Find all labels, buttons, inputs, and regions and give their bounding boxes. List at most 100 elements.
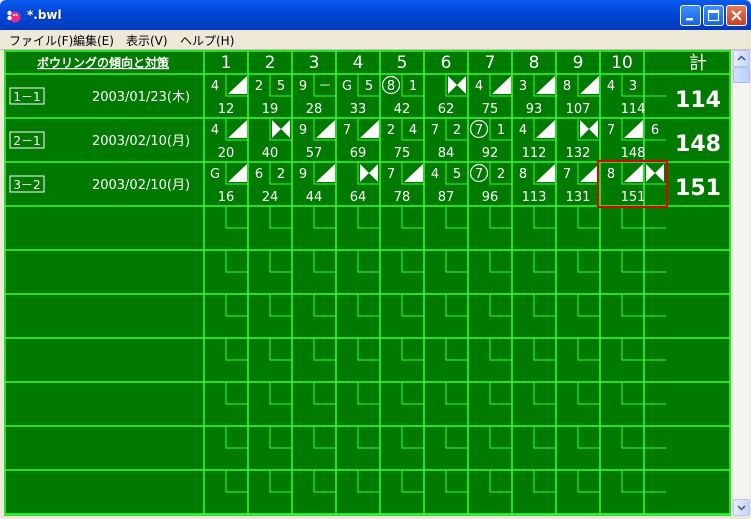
ball-result: 3 [519,79,527,94]
cumulative-score: 16 [218,190,235,205]
ball-result: 7 [387,167,395,182]
ball-result: G [342,79,352,94]
ball-result: 8 [563,79,571,94]
frame-number-9: 9 [573,53,584,73]
close-button[interactable] [726,5,747,26]
menu-help[interactable]: ヘルプ(H) [180,32,234,49]
cumulative-score: 92 [482,146,499,161]
cumulative-score: 151 [621,190,646,205]
frame-number-1: 1 [221,53,232,73]
cumulative-score: 131 [566,190,591,205]
cumulative-score: 64 [350,190,367,205]
scroll-up-button[interactable] [733,50,750,67]
cumulative-score: 132 [566,146,591,161]
score-grid: ボウリングの傾向と対策 1 2 3 4 5 6 7 8 9 10 計1－1 2003/01/23(木) 1… [4,50,731,516]
game-id: 1－1 [13,90,40,104]
ball-result: 5 [277,79,285,94]
ball-result: G [210,167,220,182]
menu-view[interactable]: 表示(V) [126,32,168,49]
ball-result: 4 [211,123,219,138]
title-bar[interactable]: *.bwl [0,0,751,30]
ball-result: 4 [431,167,439,182]
ball-result: 2 [277,167,285,182]
ball-result: 7 [607,123,615,138]
vertical-scrollbar[interactable] [732,50,750,516]
game-total: 148 [675,132,721,157]
cumulative-score: 78 [394,190,411,205]
cumulative-score: 28 [306,102,323,117]
ball-result: 2 [497,167,505,182]
ball-result: 1 [409,79,417,94]
menu-file[interactable]: ファイル(F) [9,32,73,49]
cumulative-score: 40 [262,146,279,161]
ball-result: 4 [211,79,219,94]
cumulative-score: 20 [218,146,235,161]
application-window: *.bwl ファイル(F) 編集(E) 表示(V) ヘルプ(H) ボウリングの傾… [0,0,751,519]
ball-result: 8 [607,167,615,182]
menu-bar: ファイル(F) 編集(E) 表示(V) ヘルプ(H) [0,30,751,50]
cumulative-score: 62 [438,102,455,117]
cumulative-score: 107 [566,102,591,117]
minimize-button[interactable] [680,5,701,26]
scroll-down-button[interactable] [733,499,750,516]
cumulative-score: 69 [350,146,367,161]
ball-result: 2 [387,123,395,138]
ball-result: 5 [453,167,461,182]
minimize-icon [686,18,693,21]
ball-result: 6 [255,167,263,182]
game-id: 2－1 [13,134,40,148]
scroll-thumb[interactable] [733,67,750,83]
cumulative-score: 87 [438,190,455,205]
game-id: 3－2 [13,178,40,192]
ball-result: 2 [453,123,461,138]
maximize-button[interactable] [703,5,724,26]
game-date: 2003/02/10(月) [92,178,190,193]
ball-result: 6 [651,123,659,138]
cumulative-score: 57 [306,146,323,161]
ball-result: 3 [629,79,637,94]
cumulative-score: 75 [482,102,499,117]
frame-number-8: 8 [529,53,540,73]
score-board: ボウリングの傾向と対策 1 2 3 4 5 6 7 8 9 10 計 1－1 2003/01/23(木) 1… [4,50,731,516]
cumulative-score: 12 [218,102,235,117]
cumulative-score: 114 [621,102,646,117]
frame-number-7: 7 [485,53,496,73]
ball-result: － [318,79,331,94]
cumulative-score: 44 [306,190,323,205]
menu-edit[interactable]: 編集(E) [73,32,114,49]
game-date: 2003/02/10(月) [92,134,190,149]
frame-number-4: 4 [353,53,364,73]
ball-result: 5 [365,79,373,94]
ball-result: 9 [299,123,307,138]
game-total: 151 [675,176,721,201]
ball-result: 8 [519,167,527,182]
frame-number-5: 5 [397,53,408,73]
close-icon [731,10,742,21]
frame-number-2: 2 [265,53,276,73]
ball-result: 4 [409,123,417,138]
cumulative-score: 96 [482,190,499,205]
frame-number-3: 3 [309,53,320,73]
cumulative-score: 148 [621,146,646,161]
ball-result: 9 [299,167,307,182]
cumulative-score: 112 [522,146,547,161]
ball-result: 4 [607,79,615,94]
ball-result: 1 [497,123,505,138]
ball-result: 7 [343,123,351,138]
total-header: 計 [689,53,707,74]
ball-result: 4 [519,123,527,138]
cumulative-score: 75 [394,146,411,161]
frame-number-10: 10 [611,53,633,73]
cumulative-score: 19 [262,102,279,117]
frame-number-6: 6 [441,53,452,73]
maximize-icon [707,9,720,22]
cumulative-score: 93 [526,102,543,117]
cumulative-score: 24 [262,190,279,205]
cumulative-score: 113 [522,190,547,205]
ball-result: 7 [563,167,571,182]
window-title: *.bwl [27,8,62,22]
arrow-down-icon [737,505,746,511]
game-total: 114 [675,88,721,113]
cumulative-score: 84 [438,146,455,161]
ball-result: 7 [475,167,483,182]
